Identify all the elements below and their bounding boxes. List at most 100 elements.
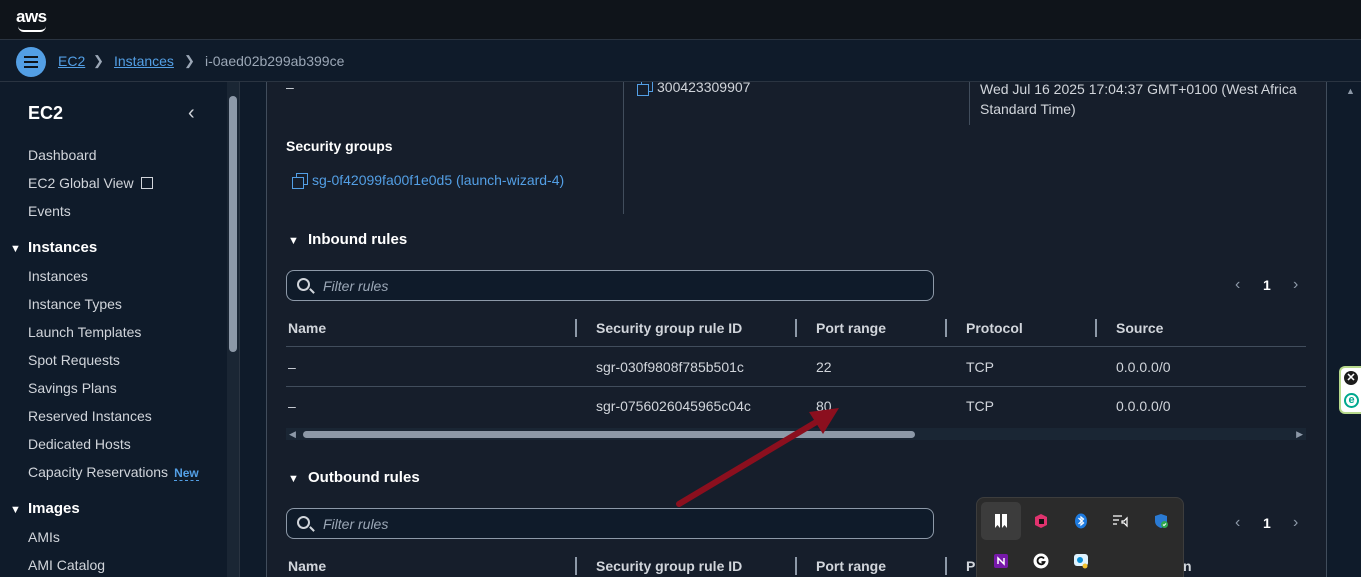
scroll-left-icon[interactable]: ◀ — [289, 429, 296, 440]
column-header-source[interactable]: Source — [1116, 320, 1163, 336]
security-shield-icon[interactable] — [1141, 502, 1181, 540]
sidebar-scrollbar[interactable] — [227, 82, 239, 577]
tray-app-icon[interactable] — [981, 502, 1021, 540]
extension-widget[interactable]: ✕ e — [1339, 366, 1361, 414]
grammarly-icon[interactable] — [1021, 542, 1061, 577]
column-header-port-range[interactable]: Port range — [816, 558, 886, 574]
security-group-link-text: sg-0f42099fa00f1e0d5 (launch-wizard-4) — [312, 172, 565, 188]
sidebar-item-events[interactable]: Events — [28, 203, 71, 219]
sidebar-item-instances[interactable]: Instances — [28, 268, 88, 284]
sidebar-item-label: Capacity Reservations — [28, 464, 169, 480]
outbound-filter-input[interactable] — [323, 514, 913, 534]
onenote-icon[interactable] — [981, 542, 1021, 577]
search-icon — [297, 278, 310, 291]
column-resizer[interactable] — [575, 319, 577, 337]
section-title: Inbound rules — [308, 231, 408, 248]
sidebar-item-capacity-reservations[interactable]: Capacity Reservations New — [28, 464, 199, 481]
menu-line-icon — [24, 66, 38, 68]
previous-page-icon[interactable]: ‹ — [1235, 276, 1240, 294]
sidebar-item-dashboard[interactable]: Dashboard — [28, 147, 97, 163]
copy-icon[interactable] — [637, 82, 653, 96]
cell-rule-id: sgr-0756026045965c04c — [596, 398, 751, 414]
aws-logo-smile-icon — [18, 26, 46, 32]
scroll-right-icon[interactable]: ▶ — [1296, 429, 1303, 440]
column-header-rule-id[interactable]: Security group rule ID — [596, 558, 742, 574]
inbound-filter-field[interactable] — [286, 270, 934, 301]
owner-id-value: 300423309907 — [637, 82, 751, 96]
scrollbar-thumb[interactable] — [229, 96, 237, 352]
sidebar-item-launch-templates[interactable]: Launch Templates — [28, 324, 141, 340]
sidebar-item-instance-types[interactable]: Instance Types — [28, 296, 122, 312]
next-page-icon[interactable]: › — [1293, 514, 1298, 532]
close-icon[interactable]: ✕ — [1344, 371, 1358, 385]
column-divider — [969, 82, 970, 125]
caret-down-icon: ▼ — [288, 473, 299, 485]
column-header-name[interactable]: Name — [288, 558, 326, 574]
inbound-filter-input[interactable] — [323, 276, 913, 296]
column-resizer[interactable] — [1095, 319, 1097, 337]
column-header-protocol[interactable]: Protocol — [966, 320, 1023, 336]
sidebar-section-images[interactable]: ▼ Images — [10, 500, 80, 517]
next-page-icon[interactable]: › — [1293, 276, 1298, 294]
column-resizer[interactable] — [795, 319, 797, 337]
sidebar-navigation: EC2 ‹ Dashboard EC2 Global View Events ▼… — [0, 82, 240, 577]
table-divider — [286, 346, 1306, 347]
cell-port-range: 80 — [816, 398, 832, 414]
page-scrollbar[interactable]: ▲ — [1339, 82, 1361, 577]
column-resizer[interactable] — [575, 557, 577, 575]
collapse-sidebar-icon[interactable]: ‹ — [188, 102, 195, 125]
bluetooth-icon[interactable] — [1061, 502, 1101, 540]
caret-down-icon: ▼ — [10, 243, 21, 255]
sidebar-item-reserved-instances[interactable]: Reserved Instances — [28, 408, 152, 424]
sidebar-item-label: EC2 Global View — [28, 175, 134, 191]
outbound-filter-field[interactable] — [286, 508, 934, 539]
owner-id-text: 300423309907 — [657, 82, 751, 95]
sidebar-item-ami-catalog[interactable]: AMI Catalog — [28, 557, 105, 573]
column-resizer[interactable] — [795, 557, 797, 575]
system-tray-overflow — [976, 497, 1184, 577]
column-resizer[interactable] — [945, 319, 947, 337]
previous-page-icon[interactable]: ‹ — [1235, 514, 1240, 532]
table-divider — [286, 386, 1306, 387]
column-resizer[interactable] — [945, 557, 947, 575]
sidebar-item-amis[interactable]: AMIs — [28, 529, 60, 545]
table-horizontal-scrollbar[interactable]: ◀ ▶ — [286, 428, 1306, 440]
new-badge: New — [174, 466, 199, 481]
chat-app-icon[interactable] — [1061, 542, 1101, 577]
breadcrumb-instances-link[interactable]: Instances — [114, 53, 174, 69]
sidebar-section-label: Instances — [28, 239, 98, 256]
column-header-rule-id[interactable]: Security group rule ID — [596, 320, 742, 336]
cell-protocol: TCP — [966, 359, 994, 375]
menu-line-icon — [24, 61, 38, 63]
breadcrumb: EC2 ❯ Instances ❯ i-0aed02b299ab399ce — [0, 40, 1361, 82]
scroll-up-icon[interactable]: ▲ — [1346, 86, 1355, 96]
chevron-right-icon: ❯ — [93, 53, 104, 68]
aws-logo[interactable]: aws — [16, 7, 47, 27]
jetbrains-icon[interactable] — [1021, 502, 1061, 540]
column-divider — [623, 82, 624, 214]
top-navigation-bar: aws — [0, 0, 1361, 40]
security-groups-label: Security groups — [286, 138, 393, 154]
security-group-link[interactable]: sg-0f42099fa00f1e0d5 (launch-wizard-4) — [292, 172, 565, 189]
cell-port-range: 22 — [816, 359, 832, 375]
sidebar-item-spot-requests[interactable]: Spot Requests — [28, 352, 120, 368]
column-header-name[interactable]: Name — [288, 320, 326, 336]
outbound-rules-header[interactable]: ▼ Outbound rules — [288, 469, 420, 486]
copy-icon[interactable] — [292, 173, 308, 189]
audio-device-icon[interactable] — [1101, 502, 1141, 540]
extension-logo-icon[interactable]: e — [1344, 393, 1359, 408]
scrollbar-thumb[interactable] — [303, 431, 915, 438]
column-header-partial[interactable]: n — [1183, 558, 1192, 574]
column-header-protocol[interactable]: P — [966, 558, 975, 574]
sidebar-item-savings-plans[interactable]: Savings Plans — [28, 380, 117, 396]
sidebar-item-dedicated-hosts[interactable]: Dedicated Hosts — [28, 436, 131, 452]
column-header-port-range[interactable]: Port range — [816, 320, 886, 336]
inbound-rules-header[interactable]: ▼ Inbound rules — [288, 231, 407, 248]
page-number[interactable]: 1 — [1263, 515, 1271, 531]
breadcrumb-ec2-link[interactable]: EC2 — [58, 53, 85, 69]
cell-rule-id: sgr-030f9808f785b501c — [596, 359, 744, 375]
sidebar-item-ec2-global-view[interactable]: EC2 Global View — [28, 175, 154, 191]
menu-toggle-button[interactable] — [16, 47, 46, 77]
page-number[interactable]: 1 — [1263, 277, 1271, 293]
sidebar-section-instances[interactable]: ▼ Instances — [10, 239, 97, 256]
